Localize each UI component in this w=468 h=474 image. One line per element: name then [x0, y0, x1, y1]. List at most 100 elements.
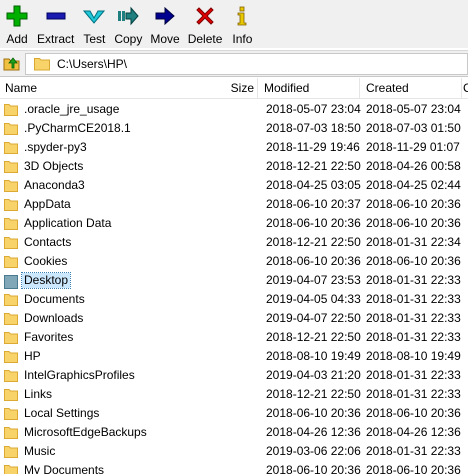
path-text: C:\Users\HP\ [57, 57, 128, 71]
address-bar: C:\Users\HP\ [0, 50, 468, 77]
file-row[interactable]: 3D Objects 2018-12-21 22:50 2018-04-26 00:… [0, 157, 468, 176]
folder-icon [4, 445, 18, 458]
modified-date: 2018-12-21 22:50 [266, 330, 361, 344]
path-input[interactable]: C:\Users\HP\ [25, 53, 468, 75]
delete-button[interactable]: Delete [184, 0, 227, 46]
folder-icon [4, 236, 18, 249]
file-row[interactable]: Contacts 2018-12-21 22:50 2018-01-31 22:34 [0, 233, 468, 252]
file-row[interactable]: Cookies 2018-06-10 20:36 2018-06-10 20:36 [0, 252, 468, 271]
created-date: 2018-07-03 01:50 [366, 121, 461, 135]
file-list[interactable]: Name Size Modified Created C .oracle_jre… [0, 78, 468, 474]
file-name-cell: Application Data [4, 214, 113, 233]
folder-icon [4, 255, 18, 268]
toolbar: Add Extract Test Copy Move Delete Info [0, 0, 468, 48]
created-date: 2018-06-10 20:36 [366, 216, 461, 230]
info-icon [230, 4, 254, 28]
file-row[interactable]: Music 2019-03-06 22:06 2018-01-31 22:33 [0, 442, 468, 461]
folder-icon [4, 217, 18, 230]
file-row[interactable]: AppData 2018-06-10 20:37 2018-06-10 20:36 [0, 195, 468, 214]
move-label: Move [150, 32, 180, 46]
file-name-cell: Contacts [4, 233, 73, 252]
column-header-more[interactable]: C [463, 78, 468, 99]
file-name: Anaconda3 [24, 178, 85, 192]
folder-up-button[interactable] [2, 54, 22, 74]
check-icon [82, 4, 106, 28]
created-date: 2018-01-31 22:34 [366, 235, 461, 249]
file-row[interactable]: My Documents 2018-06-10 20:36 2018-06-10 2… [0, 461, 468, 474]
file-row[interactable]: .oracle_jre_usage 2018-05-07 23:04 2018-05… [0, 100, 468, 119]
file-row[interactable]: Desktop 2019-04-07 23:53 2018-01-31 22:33 [0, 271, 468, 290]
file-name-cell: 3D Objects [4, 157, 85, 176]
column-header-size[interactable]: Size [0, 78, 258, 99]
folder-icon [4, 160, 18, 173]
file-row[interactable]: Documents 2019-04-05 04:33 2018-01-31 22:3… [0, 290, 468, 309]
created-date: 2018-06-10 20:36 [366, 463, 461, 474]
modified-date: 2018-06-10 20:36 [266, 463, 361, 474]
file-name: Music [24, 444, 56, 458]
info-button[interactable]: Info [226, 0, 258, 46]
folder-icon [34, 57, 50, 74]
modified-date: 2019-04-05 04:33 [266, 292, 361, 306]
add-label: Add [6, 32, 28, 46]
file-row[interactable]: IntelGraphicsProfiles 2019-04-03 21:20 201… [0, 366, 468, 385]
column-header-created[interactable]: Created [361, 78, 462, 99]
modified-date: 2018-06-10 20:36 [266, 254, 361, 268]
created-date: 2018-04-26 00:58 [366, 159, 461, 173]
copy-button[interactable]: Copy [110, 0, 146, 46]
file-row[interactable]: Local Settings 2018-06-10 20:36 2018-06-10… [0, 404, 468, 423]
file-name: Local Settings [24, 406, 100, 420]
file-name: Links [24, 387, 53, 401]
file-name-cell: Desktop [4, 271, 72, 290]
delete-label: Delete [187, 32, 223, 46]
file-name-cell: .oracle_jre_usage [4, 100, 121, 119]
file-row[interactable]: .PyCharmCE2018.1 2018-07-03 18:50 2018-07-… [0, 119, 468, 138]
minus-icon [44, 4, 68, 28]
add-button[interactable]: Add [1, 0, 33, 46]
file-name: .oracle_jre_usage [24, 102, 120, 116]
extract-button[interactable]: Extract [33, 0, 78, 46]
modified-date: 2018-07-03 18:50 [266, 121, 361, 135]
modified-date: 2019-04-07 22:50 [266, 311, 361, 325]
x-icon [193, 4, 217, 28]
file-row[interactable]: Downloads 2019-04-07 22:50 2018-01-31 22:3… [0, 309, 468, 328]
file-name-cell: IntelGraphicsProfiles [4, 366, 137, 385]
file-row[interactable]: .spyder-py3 2018-11-29 19:46 2018-11-29 01… [0, 138, 468, 157]
modified-date: 2018-06-10 20:37 [266, 197, 361, 211]
file-row[interactable]: Application Data 2018-06-10 20:36 2018-06-… [0, 214, 468, 233]
modified-date: 2018-06-10 20:36 [266, 216, 361, 230]
file-row[interactable]: Anaconda3 2018-04-25 03:05 2018-04-25 02:4… [0, 176, 468, 195]
folder-icon [4, 293, 18, 306]
plus-icon [5, 4, 29, 28]
modified-date: 2018-08-10 19:49 [266, 349, 361, 363]
created-date: 2018-06-10 20:36 [366, 254, 461, 268]
created-date: 2018-01-31 22:33 [366, 368, 461, 382]
file-row[interactable]: HP 2018-08-10 19:49 2018-08-10 19:49 [0, 347, 468, 366]
created-date: 2018-06-10 20:36 [366, 197, 461, 211]
move-button[interactable]: Move [146, 0, 183, 46]
folder-icon [4, 407, 18, 420]
file-row[interactable]: Links 2018-12-21 22:50 2018-01-31 22:33 [0, 385, 468, 404]
file-row[interactable]: Favorites 2018-12-21 22:50 2018-01-31 22:3… [0, 328, 468, 347]
modified-date: 2018-06-10 20:36 [266, 406, 361, 420]
created-date: 2018-06-10 20:36 [366, 406, 461, 420]
file-name: AppData [24, 197, 71, 211]
column-header-modified[interactable]: Modified [259, 78, 360, 99]
file-name-cell: Music [4, 442, 57, 461]
file-name: My Documents [24, 463, 105, 474]
modified-date: 2018-12-21 22:50 [266, 387, 361, 401]
created-date: 2018-01-31 22:33 [366, 292, 461, 306]
test-button[interactable]: Test [78, 0, 110, 46]
modified-date: 2018-05-07 23:04 [266, 102, 361, 116]
extract-label: Extract [37, 32, 75, 46]
file-name: 3D Objects [24, 159, 84, 173]
copy-label: Copy [114, 32, 143, 46]
folder-icon [4, 388, 18, 401]
list-header: Name Size Modified Created C [0, 78, 468, 99]
file-name: Documents [24, 292, 85, 306]
folder-icon [4, 141, 18, 154]
folder-icon [4, 198, 18, 211]
file-name: Cookies [24, 254, 68, 268]
modified-date: 2018-11-29 19:46 [266, 140, 360, 154]
file-name-cell: Anaconda3 [4, 176, 87, 195]
file-row[interactable]: MicrosoftEdgeBackups 2018-04-26 12:36 2018… [0, 423, 468, 442]
